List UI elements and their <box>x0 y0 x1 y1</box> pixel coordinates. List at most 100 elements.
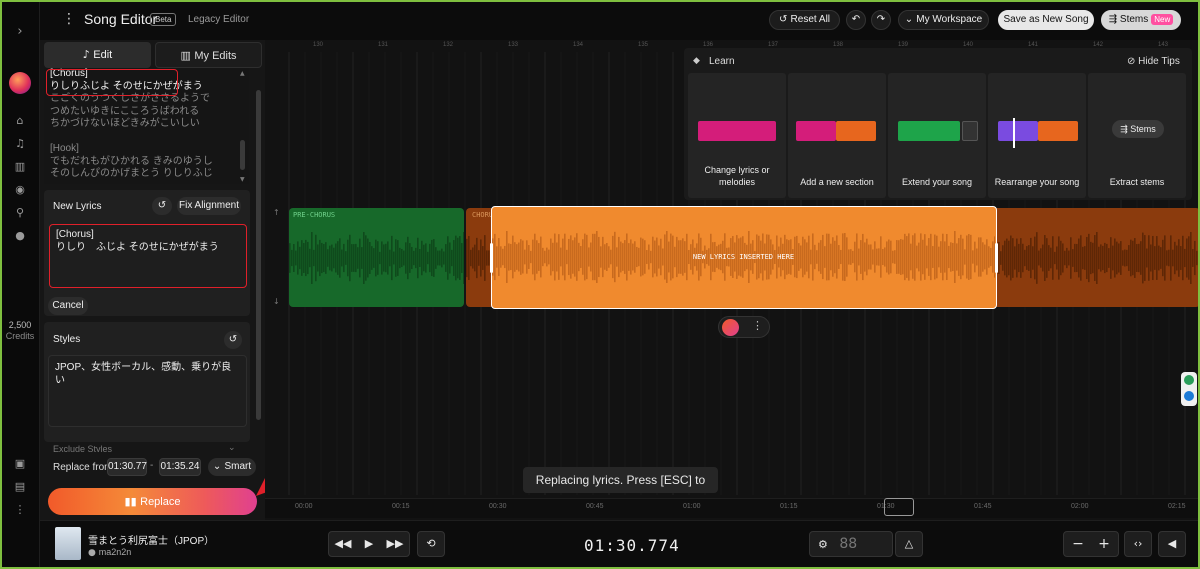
workspace-label: My Workspace <box>916 14 983 25</box>
time-tick: 00:15 <box>392 503 410 510</box>
stems-button[interactable]: ⇶ Stems New <box>1101 10 1181 30</box>
lyrics-line[interactable] <box>50 131 243 144</box>
song-title[interactable]: 雪まとう利尻富士（JPOP） <box>88 532 214 547</box>
library-icon[interactable]: ▥ <box>12 159 28 175</box>
chevron-down-icon: ⌄ <box>904 14 917 25</box>
lyrics-line[interactable]: つめたいゆきにこころうばわれる <box>50 106 243 119</box>
zoom-in-icon[interactable]: + <box>1091 532 1117 556</box>
cancel-button[interactable]: Cancel <box>48 297 88 315</box>
credits-label: Credits <box>5 331 35 341</box>
cover-art[interactable] <box>55 527 81 560</box>
replace-label: Replace <box>140 496 181 508</box>
tip-card-add-section[interactable]: Add a new section <box>788 73 886 198</box>
tip-illustration <box>1038 121 1078 141</box>
play-icon[interactable]: ▶ <box>356 532 382 556</box>
reset-icon: ↺ <box>778 14 791 25</box>
home-icon[interactable]: ⌂ <box>12 113 28 129</box>
learn-label: Learn <box>709 56 735 67</box>
tab-edit[interactable]: ♪ Edit <box>44 42 151 68</box>
fit-button[interactable]: ‹› <box>1124 531 1152 557</box>
zoom-out-icon[interactable]: − <box>1065 532 1091 556</box>
music-note-icon[interactable]: ♫ <box>12 136 28 152</box>
selected-lyrics-highlight <box>46 69 178 96</box>
ruler-mark: 131 <box>378 42 389 48</box>
more-icon[interactable]: ⋮ <box>752 319 763 332</box>
inserted-label: NEW LYRICS INSERTED HERE <box>692 253 795 261</box>
range-start-input[interactable]: 01:30.77 <box>107 458 147 476</box>
tip-card-rearrange[interactable]: Rearrange your song <box>988 73 1086 198</box>
extend-arrow-icon <box>962 121 978 141</box>
lyrics-line[interactable]: [Hook] <box>50 143 243 156</box>
tip-illustration <box>698 121 776 141</box>
ruler-mark: 130 <box>313 42 324 48</box>
left-rail: › ⌂ ♫ ▥ ◉ ⚲ ● 2,500 Credits ▣ ▤ ⋮ <box>0 0 40 569</box>
replace-region-icon[interactable] <box>722 319 739 336</box>
document-icon[interactable]: ▤ <box>12 479 28 495</box>
region-handle-right[interactable] <box>995 243 998 273</box>
scroll-down-icon[interactable]: ↓ <box>273 297 280 306</box>
scroll-up-icon[interactable]: ↑ <box>273 208 280 217</box>
viewport-window[interactable] <box>884 498 914 516</box>
fix-alignment-button[interactable]: Fix Alignment <box>177 197 241 215</box>
styles-input[interactable]: JPOP、女性ボーカル、感動、乗りが良い <box>48 355 247 427</box>
tip-card-extend[interactable]: Extend your song <box>888 73 986 198</box>
explore-icon[interactable]: ◉ <box>12 182 28 198</box>
tip-illustration <box>998 121 1038 141</box>
lyrics-line[interactable]: でもだれもがひかれる きみのゆうし <box>50 156 243 169</box>
styles-label: Styles <box>53 334 81 345</box>
region-handle-left[interactable] <box>490 243 493 273</box>
time-tick: 00:30 <box>489 503 507 510</box>
legacy-editor-link[interactable]: Legacy Editor <box>188 14 249 25</box>
save-as-new-song-button[interactable]: Save as New Song <box>998 10 1094 30</box>
avatar[interactable] <box>9 72 31 94</box>
workspace-dropdown[interactable]: ⌄ My Workspace <box>898 10 989 30</box>
lyrics-scrollbar[interactable] <box>240 140 245 170</box>
artist-name[interactable]: ● ma2n2n <box>88 547 131 558</box>
new-lyrics-input[interactable]: [Chorus] りしり ふじよ そのせにかぜがまう <box>49 224 247 288</box>
track-label-pre-chorus: PRE-CHORUS <box>293 211 336 219</box>
time-tick: 01:00 <box>683 503 701 510</box>
rewind-icon[interactable]: ◀◀ <box>330 532 356 556</box>
stems-pill-label: Stems <box>1130 124 1156 134</box>
track-pre-chorus[interactable]: PRE-CHORUS <box>289 208 464 307</box>
tip-card-extract-stems[interactable]: ⇶ Stems Extract stems <box>1088 73 1186 198</box>
smart-dropdown[interactable]: ⌄ Smart <box>208 458 256 476</box>
panel-scrollbar[interactable] <box>256 90 261 420</box>
scroll-down-icon[interactable]: ▼ <box>240 176 245 183</box>
undo-button[interactable]: ↶ <box>846 10 866 30</box>
scroll-up-icon[interactable]: ▲ <box>240 70 245 77</box>
gear-icon: ⚙ <box>818 538 828 551</box>
search-icon[interactable]: ⚲ <box>12 205 28 221</box>
metronome-button[interactable]: △ <box>895 531 923 557</box>
undo-lyrics-button[interactable]: ↺ <box>152 197 172 215</box>
gift-icon[interactable]: ▣ <box>12 456 28 472</box>
volume-button[interactable]: ◀ <box>1158 531 1186 557</box>
undo-icon: ↺ <box>228 334 238 345</box>
lyrics-line[interactable]: そのしんぴのかげまとう りしりふじ <box>50 168 243 181</box>
close-icon[interactable] <box>1184 375 1194 385</box>
tip-label: Change lyrics or melodies <box>704 165 770 187</box>
menu-dots-icon[interactable]: ⋮ <box>62 11 76 27</box>
time-tick: 00:45 <box>586 503 604 510</box>
redo-button[interactable]: ↷ <box>871 10 891 30</box>
tip-card-change-lyrics[interactable]: Change lyrics or melodies <box>688 73 786 198</box>
bell-icon[interactable]: ● <box>12 228 28 244</box>
learn-icon: ◆ <box>693 56 700 66</box>
hide-tips-button[interactable]: ⊘ Hide Tips <box>1127 56 1180 67</box>
reset-all-button[interactable]: ↺ Reset All <box>769 10 840 30</box>
widget-icon[interactable] <box>1184 391 1194 401</box>
tab-my-edits[interactable]: ▥ My Edits <box>155 42 262 68</box>
lyrics-line[interactable]: ちかづけないほどきみがこいしい <box>50 118 243 131</box>
loop-button[interactable]: ⟲ <box>417 531 445 557</box>
expand-horizontal-icon: ‹› <box>1133 537 1143 550</box>
reset-styles-button[interactable]: ↺ <box>224 331 242 349</box>
selected-region[interactable]: NEW LYRICS INSERTED HERE <box>490 206 998 309</box>
bpm-control[interactable]: ⚙ 88 <box>809 531 893 557</box>
more-vertical-icon[interactable]: ⋮ <box>12 502 28 518</box>
expand-chevron-icon[interactable]: › <box>12 24 28 40</box>
range-end-input[interactable]: 01:35.24 <box>159 458 201 476</box>
side-widget[interactable] <box>1181 372 1197 406</box>
fast-forward-icon[interactable]: ▶▶ <box>382 532 408 556</box>
replace-button[interactable]: ▮▮ Replace <box>48 488 257 515</box>
zoom-controls: − + <box>1063 531 1119 557</box>
